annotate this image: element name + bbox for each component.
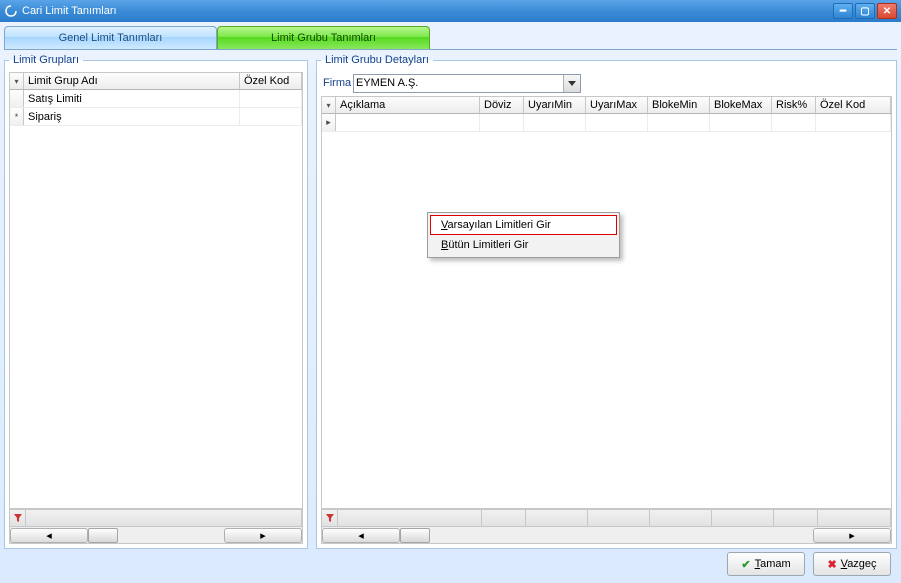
close-icon: ✖: [827, 558, 836, 571]
col-limit-group-name[interactable]: Limit Grup Adı: [24, 73, 240, 89]
row-indicator-current: ▸: [322, 114, 336, 131]
scroll-left-button[interactable]: ◂: [322, 528, 400, 543]
left-grid-body[interactable]: Satış Limiti * Sipariş: [9, 90, 303, 509]
col-aciklama[interactable]: Açıklama: [336, 97, 480, 113]
firm-label: Firma: [321, 77, 353, 89]
status-cell: [650, 510, 712, 526]
table-row[interactable]: * Sipariş: [10, 108, 302, 126]
col-ozel-kod-left[interactable]: Özel Kod: [240, 73, 302, 89]
titlebar: Cari Limit Tanımları ━ ▢ ✕: [0, 0, 901, 22]
cell-risk[interactable]: [772, 114, 816, 131]
cell-ozelkod[interactable]: [816, 114, 891, 131]
right-grid-body[interactable]: ▸ Varsayılan Limitleri Gir: [321, 114, 892, 509]
cell-blokemin[interactable]: [648, 114, 710, 131]
cell-ozel-kod[interactable]: [240, 108, 302, 125]
right-hscroll[interactable]: ◂ ▸: [321, 527, 892, 544]
cancel-label: azgeç: [847, 558, 876, 570]
cell-aciklama[interactable]: [336, 114, 480, 131]
cell-uyarimax[interactable]: [586, 114, 648, 131]
scroll-right-button[interactable]: ▸: [813, 528, 891, 543]
check-icon: ✔: [741, 558, 750, 571]
col-blokemin[interactable]: BlokeMin: [648, 97, 710, 113]
scroll-thumb[interactable]: [400, 528, 430, 543]
menu-item-all-limits[interactable]: Bütün Limitleri Gir: [430, 235, 617, 255]
status-cell: [526, 510, 588, 526]
left-grid-header: ▾ Limit Grup Adı Özel Kod: [9, 72, 303, 90]
footer: ✔ Tamam ✖ Vazgeç: [4, 549, 897, 579]
cell-blokemax[interactable]: [710, 114, 772, 131]
status-cell: [774, 510, 818, 526]
status-cell: [338, 510, 482, 526]
row-indicator: [10, 90, 24, 107]
cell-group-name[interactable]: Satış Limiti: [24, 90, 240, 107]
table-row[interactable]: ▸: [322, 114, 891, 132]
limit-group-details-panel: Limit Grubu Detayları Firma EYMEN A.Ş. ▾…: [316, 54, 897, 549]
limit-groups-panel: Limit Grupları ▾ Limit Grup Adı Özel Kod…: [4, 54, 308, 549]
cell-uyarimin[interactable]: [524, 114, 586, 131]
col-doviz[interactable]: Döviz: [480, 97, 524, 113]
maximize-button[interactable]: ▢: [855, 3, 875, 19]
close-button[interactable]: ✕: [877, 3, 897, 19]
tab-limit-groups[interactable]: Limit Grubu Tanımları: [217, 26, 430, 49]
right-grid-gutter-header[interactable]: ▾: [322, 97, 336, 113]
menu-item-text: arsayılan Limitleri Gir: [448, 219, 551, 231]
cell-ozel-kod[interactable]: [240, 90, 302, 107]
scroll-track[interactable]: [400, 528, 813, 543]
tab-bar: Genel Limit Tanımları Limit Grubu Tanıml…: [4, 26, 897, 49]
left-hscroll[interactable]: ◂ ▸: [9, 527, 303, 544]
content-row: Limit Grupları ▾ Limit Grup Adı Özel Kod…: [4, 54, 897, 549]
cancel-button[interactable]: ✖ Vazgeç: [813, 552, 891, 576]
window-controls: ━ ▢ ✕: [833, 3, 897, 19]
scroll-thumb[interactable]: [88, 528, 118, 543]
tab-underline: [4, 49, 897, 50]
tab-general-limits[interactable]: Genel Limit Tanımları: [4, 26, 217, 49]
limit-group-details-title: Limit Grubu Detayları: [321, 54, 433, 66]
window-body: Genel Limit Tanımları Limit Grubu Tanıml…: [0, 22, 901, 583]
row-indicator: *: [10, 108, 24, 125]
ok-button[interactable]: ✔ Tamam: [727, 552, 805, 576]
status-cell: [26, 510, 302, 526]
dropdown-icon[interactable]: [563, 75, 580, 92]
col-blokemax[interactable]: BlokeMax: [710, 97, 772, 113]
status-cell: [482, 510, 526, 526]
status-cell: [588, 510, 650, 526]
window-title: Cari Limit Tanımları: [22, 5, 833, 17]
firm-select[interactable]: EYMEN A.Ş.: [353, 74, 581, 93]
left-grid-gutter-header[interactable]: ▾: [10, 73, 24, 89]
menu-item-default-limits[interactable]: Varsayılan Limitleri Gir: [430, 215, 617, 235]
cell-doviz[interactable]: [480, 114, 524, 131]
status-cell: [712, 510, 774, 526]
status-cell: [818, 510, 891, 526]
ok-label: amam: [760, 558, 791, 570]
col-risk[interactable]: Risk%: [772, 97, 816, 113]
table-row[interactable]: Satış Limiti: [10, 90, 302, 108]
scroll-left-button[interactable]: ◂: [10, 528, 88, 543]
minimize-button[interactable]: ━: [833, 3, 853, 19]
col-uyarimax[interactable]: UyarıMax: [586, 97, 648, 113]
right-grid-header: ▾ Açıklama Döviz UyarıMin UyarıMax Bloke…: [321, 96, 892, 114]
cell-group-name[interactable]: Sipariş: [24, 108, 240, 125]
scroll-right-button[interactable]: ▸: [224, 528, 302, 543]
col-ozel-kod-right[interactable]: Özel Kod: [816, 97, 891, 113]
firm-row: Firma EYMEN A.Ş.: [321, 72, 892, 94]
col-uyarimin[interactable]: UyarıMin: [524, 97, 586, 113]
filter-icon[interactable]: [10, 510, 26, 526]
app-icon: [4, 4, 18, 18]
menu-item-text: ütün Limitleri Gir: [448, 239, 528, 251]
right-status-strip: [321, 509, 892, 527]
filter-icon[interactable]: [322, 510, 338, 526]
scroll-track[interactable]: [88, 528, 224, 543]
left-status-strip: [9, 509, 303, 527]
limit-groups-title: Limit Grupları: [9, 54, 83, 66]
firm-value: EYMEN A.Ş.: [356, 77, 418, 89]
context-menu: Varsayılan Limitleri Gir Bütün Limitleri…: [427, 212, 620, 258]
